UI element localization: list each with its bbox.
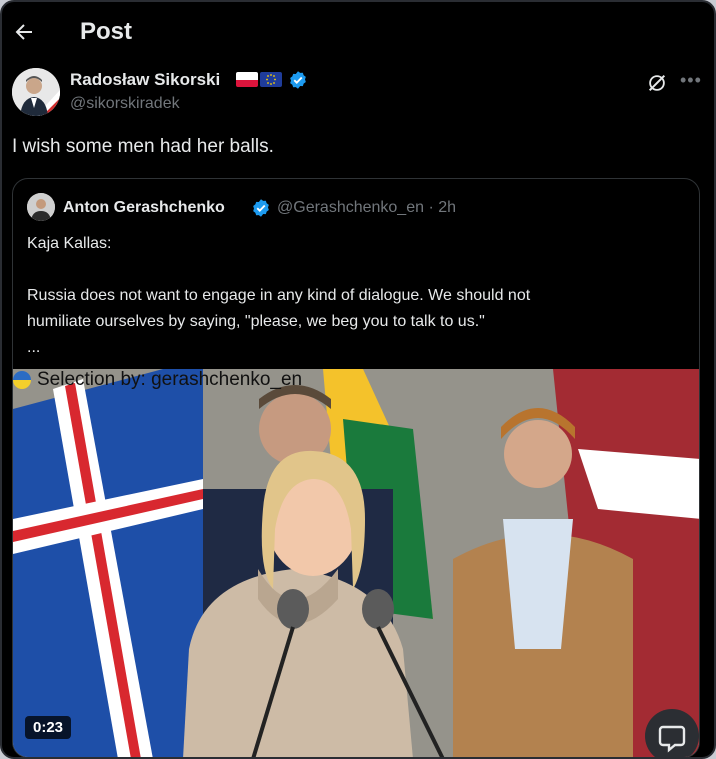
verified-badge-icon <box>253 199 269 217</box>
top-bar: Post <box>2 2 714 62</box>
video-caption-text: Selection by: gerashchenko_en <box>37 369 303 390</box>
more-icon[interactable]: ••• <box>680 70 702 91</box>
video-frame-image <box>13 369 699 757</box>
chat-button[interactable] <box>645 709 699 757</box>
author-flags <box>236 72 282 87</box>
video-caption: Selection by: gerashchenko_en <box>13 369 302 391</box>
quote-line: Russia does not want to engage in any ki… <box>27 287 531 304</box>
video-player[interactable]: Selection by: gerashchenko_en 0:23 <box>13 369 699 757</box>
arrow-left-icon[interactable] <box>12 20 36 44</box>
post-page: Post Radosław Sikorski @sikorskiradek ••… <box>0 0 716 759</box>
grok-icon[interactable] <box>646 72 668 94</box>
quoted-post[interactable]: Anton Gerashchenko @Gerashchenko_en · 2h… <box>12 178 700 757</box>
author-name[interactable]: Radosław Sikorski <box>70 70 220 90</box>
ukraine-flag-icon <box>13 371 31 389</box>
quote-line: humiliate ourselves by saying, "please, … <box>27 313 485 330</box>
author-handle[interactable]: @sikorskiradek <box>70 95 180 113</box>
video-duration: 0:23 <box>25 716 72 739</box>
poland-flag-icon <box>236 72 258 87</box>
quote-line: ... <box>27 339 41 356</box>
quote-author-handle: @Gerashchenko_en · 2h <box>277 199 457 216</box>
post-author: Radosław Sikorski @sikorskiradek ••• <box>10 66 710 122</box>
quote-author-name: Anton Gerashchenko <box>63 199 225 216</box>
quote-text: Kaja Kallas: Russia does not want to eng… <box>27 231 667 361</box>
quote-avatar <box>27 193 55 221</box>
post-text: I wish some men had her balls. <box>12 136 274 157</box>
avatar[interactable] <box>12 68 60 116</box>
verified-badge-icon <box>290 71 306 89</box>
page-title: Post <box>80 18 133 45</box>
eu-flag-icon <box>260 72 282 87</box>
chat-icon <box>658 725 686 753</box>
quote-line: Kaja Kallas: <box>27 235 112 252</box>
